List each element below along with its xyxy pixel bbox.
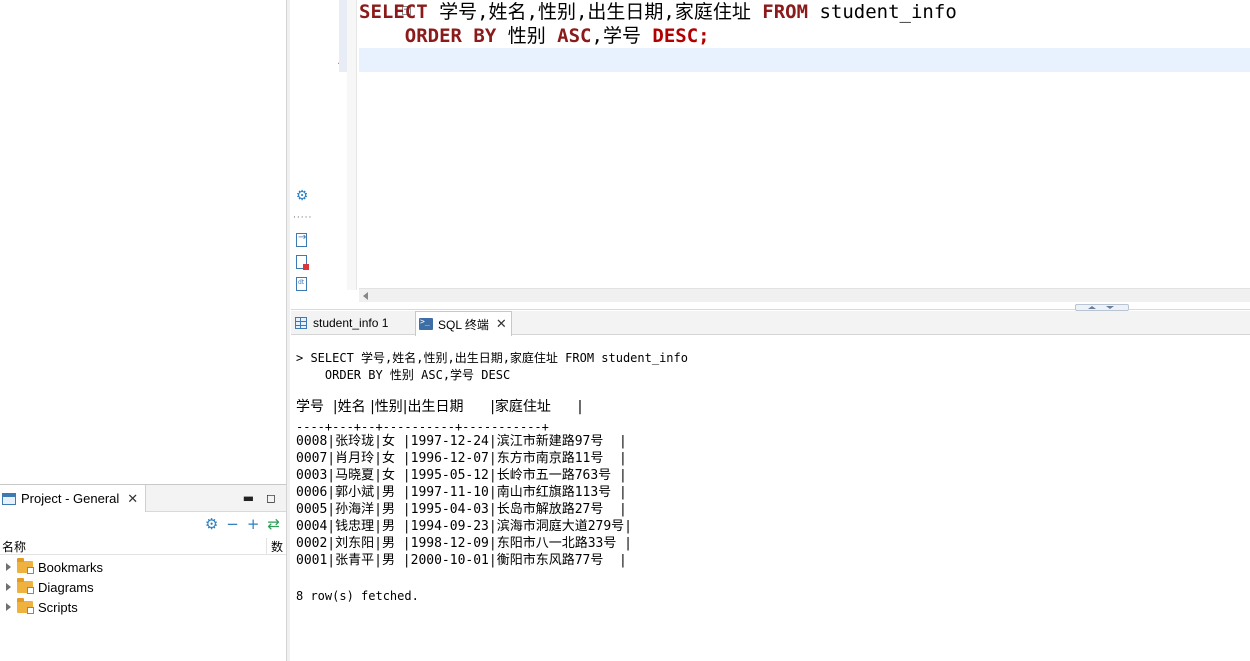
table-row: 0002|刘东阳|男 |1998-12-09|东阳市八一北路33号 | xyxy=(296,536,633,551)
keyword-asc: ASC xyxy=(557,25,592,47)
code-line-1[interactable]: SELECT 学号,姓名,性别,出生日期,家庭住址 FROM student_i… xyxy=(359,0,957,24)
column-header-name[interactable]: 名称 xyxy=(2,538,26,555)
gear-icon[interactable]: ⚙ xyxy=(294,188,310,204)
chevron-right-icon[interactable] xyxy=(6,603,11,611)
close-icon[interactable]: ✕ xyxy=(496,316,507,332)
tree-item-label: Diagrams xyxy=(38,579,94,595)
link-with-editor-icon[interactable]: ⇄ xyxy=(267,516,280,532)
select-columns: 学号,姓名,性别,出生日期,家庭住址 xyxy=(427,1,763,23)
project-panel: Project - General ✕ ▬ ◻ ⚙ − + ⇄ 名称 数 Boo… xyxy=(0,484,286,661)
separator-dots: ····· xyxy=(293,213,313,223)
collapse-all-icon[interactable]: − xyxy=(226,516,239,532)
add-icon[interactable]: + xyxy=(247,516,260,532)
tab-student-info[interactable]: student_info 1 xyxy=(291,311,413,335)
tree-item-bookmarks[interactable]: Bookmarks xyxy=(0,557,286,577)
project-tab-label: Project - General xyxy=(21,491,120,506)
project-toolbar: ⚙ − + ⇄ xyxy=(0,512,286,536)
column-header: 名称 数 xyxy=(0,536,286,555)
editor-results-sash[interactable] xyxy=(291,302,1250,311)
editor-side-toolbar: ⚙ ····· xyxy=(291,0,313,291)
tree-item-scripts[interactable]: Scripts xyxy=(0,597,286,617)
active-statement-bar xyxy=(339,0,347,72)
sash-toggle-icon[interactable] xyxy=(1075,304,1129,311)
tab-label: SQL 终端 xyxy=(438,317,489,332)
column-header-count[interactable]: 数 xyxy=(266,538,286,555)
current-line-highlight xyxy=(359,48,1250,72)
terminal-query-line-2: ORDER BY 性别 ASC,学号 DESC xyxy=(296,368,511,382)
tree-item-label: Bookmarks xyxy=(38,559,104,575)
tree-item-label: Scripts xyxy=(38,599,78,615)
panel-window-controls: ▬ ◻ xyxy=(243,491,276,505)
maximize-icon[interactable]: ◻ xyxy=(266,491,276,505)
table-grid-icon xyxy=(295,317,307,329)
keyword-order-by: ORDER BY xyxy=(404,25,497,47)
execute-script-icon[interactable] xyxy=(296,232,307,247)
sql-editor[interactable]: ⚙ ····· − SELECT 学号,姓名,性别,出生日期,家庭住址 FROM… xyxy=(291,0,1250,302)
scroll-left-icon[interactable] xyxy=(363,292,368,300)
code-line-2[interactable]: ORDER BY 性别 ASC,学号 DESC; xyxy=(359,24,710,48)
terminal-query-line-1: > SELECT 学号,姓名,性别,出生日期,家庭住址 FROM student… xyxy=(296,351,688,365)
chevron-right-icon[interactable] xyxy=(6,583,11,591)
keyword-select: SELECT xyxy=(359,1,428,23)
explain-plan-icon[interactable] xyxy=(296,255,309,270)
chevron-right-icon[interactable] xyxy=(6,563,11,571)
keyword-from: FROM xyxy=(762,1,809,23)
minimize-icon[interactable]: ▬ xyxy=(243,491,254,505)
diagrams-folder-icon xyxy=(17,578,34,594)
terminal-icon xyxy=(419,317,433,330)
table-row: 0005|孙海洋|男 |1995-04-03|长岛市解放路27号 | xyxy=(296,502,627,517)
table-row: 0007|肖月玲|女 |1996-12-07|东方市南京路11号 | xyxy=(296,451,627,466)
table-row: 0006|郭小斌|男 |1997-11-10|南山市红旗路113号 | xyxy=(296,485,627,500)
sql-terminal-output[interactable]: > SELECT 学号,姓名,性别,出生日期,家庭住址 FROM student… xyxy=(291,336,1250,661)
table-row: 0004|钱忠理|男 |1994-09-23|滨海市洞庭大道279号| xyxy=(296,519,633,534)
tab-label: student_info 1 xyxy=(313,316,389,330)
horizontal-scrollbar[interactable] xyxy=(359,288,1250,302)
table-row: 0003|马晓夏|女 |1995-05-12|长岭市五一路763号 | xyxy=(296,468,627,483)
annotation-gutter xyxy=(313,0,350,290)
project-tabbar: Project - General ✕ ▬ ◻ xyxy=(0,485,286,512)
line-gutter: − xyxy=(347,0,411,290)
order-column-2: ,学号 xyxy=(591,25,653,47)
tree-item-diagrams[interactable]: Diagrams xyxy=(0,577,286,597)
keyword-desc: DESC; xyxy=(652,25,710,47)
table-row: 0008|张玲珑|女 |1997-12-24|滨江市新建路97号 | xyxy=(296,434,627,449)
table-row: 0001|张青平|男 |2000-10-01|衡阳市东风路77号 | xyxy=(296,553,627,568)
navigator-panel xyxy=(0,0,286,484)
terminal-table-header: 学号 |姓名 |性别|出生日期 |家庭住址 | xyxy=(296,399,583,415)
window-icon xyxy=(2,492,16,505)
order-column-1: 性别 xyxy=(496,25,558,47)
terminal-footer: 8 row(s) fetched. xyxy=(296,589,419,603)
vertical-sash[interactable] xyxy=(286,0,290,661)
table-name: student_info xyxy=(808,1,957,23)
gear-icon[interactable]: ⚙ xyxy=(205,516,218,532)
results-tabbar: student_info 1 SQL 终端 ✕ xyxy=(291,311,1250,336)
bookmarks-folder-icon xyxy=(17,558,34,574)
scripts-folder-icon xyxy=(17,598,34,614)
tab-project-general[interactable]: Project - General ✕ xyxy=(0,485,146,512)
export-data-icon[interactable] xyxy=(296,277,307,291)
tab-sql-terminal[interactable]: SQL 终端 ✕ xyxy=(415,311,512,336)
close-icon[interactable]: ✕ xyxy=(127,491,138,507)
